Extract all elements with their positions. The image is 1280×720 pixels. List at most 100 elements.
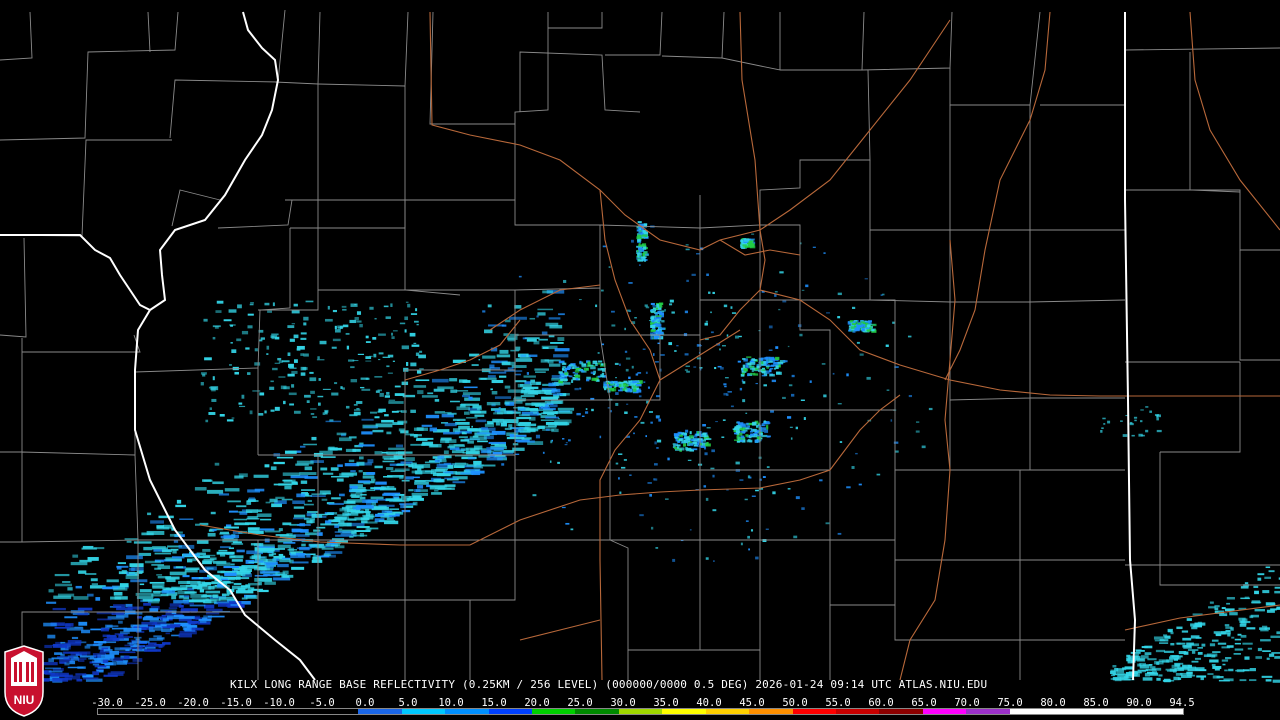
echo-pixel: [209, 407, 212, 410]
echo-pixel: [1112, 665, 1117, 668]
echo-pixel: [282, 472, 301, 476]
echo-pixel: [1135, 649, 1142, 651]
echo-pixel: [507, 335, 518, 340]
echo-pixel: [291, 384, 295, 388]
echo-pixel: [1240, 620, 1251, 624]
echo-pixel: [1159, 642, 1169, 644]
echo-pixel: [654, 441, 657, 445]
echo-pixel: [876, 473, 881, 476]
echo-pixel: [64, 662, 70, 666]
echo-pixel: [369, 411, 378, 414]
echo-pixel: [624, 389, 628, 392]
echo-pixel: [862, 330, 868, 333]
echo-pixel: [627, 380, 633, 383]
echo-pixel: [387, 372, 393, 374]
echo-pixel: [94, 665, 107, 668]
echo-pixel: [676, 444, 681, 447]
echo-pixel: [1225, 629, 1231, 633]
echo-pixel: [394, 393, 405, 396]
echo-pixel: [491, 430, 506, 435]
echo-pixel: [470, 410, 487, 414]
echo-pixel: [391, 332, 394, 336]
echo-pixel: [434, 411, 446, 414]
echo-pixel: [1116, 672, 1125, 676]
echo-pixel: [866, 376, 871, 380]
echo-pixel: [1131, 434, 1135, 437]
echo-pixel: [821, 363, 826, 365]
echo-pixel: [705, 557, 709, 560]
echo-pixel: [223, 534, 240, 539]
echo-pixel: [126, 555, 143, 560]
echo-pixel: [342, 387, 345, 390]
echo-pixel: [258, 413, 264, 416]
echo-pixel: [466, 417, 478, 419]
echo-pixel: [393, 455, 403, 459]
echo-pixel: [628, 376, 631, 380]
echo-pixel: [436, 479, 442, 483]
echo-pixel: [1110, 670, 1117, 675]
echo-pixel: [387, 354, 394, 358]
echo-pixel: [519, 421, 532, 425]
echo-pixel: [893, 441, 899, 444]
echo-pixel: [171, 634, 180, 637]
echo-pixel: [415, 379, 430, 382]
echo-pixel: [62, 581, 71, 583]
echo-pixel: [245, 509, 259, 513]
echo-pixel: [212, 376, 215, 381]
echo-pixel: [300, 332, 307, 335]
echo-pixel: [110, 671, 125, 674]
echo-pixel: [639, 514, 644, 517]
echo-pixel: [637, 259, 644, 262]
echo-pixel: [198, 577, 204, 579]
echo-pixel: [464, 431, 469, 433]
echo-pixel: [851, 466, 855, 469]
echo-pixel: [746, 356, 752, 359]
echo-pixel: [648, 411, 653, 413]
echo-pixel: [1211, 639, 1219, 642]
echo-pixel: [171, 556, 185, 559]
echo-pixel: [458, 379, 468, 383]
echo-pixel: [823, 394, 827, 398]
colorbar-segment: [228, 709, 272, 714]
echo-pixel: [311, 513, 328, 516]
echo-pixel: [277, 563, 289, 568]
echo-pixel: [1145, 668, 1157, 671]
echo-pixel: [1255, 656, 1263, 659]
echo-pixel: [1249, 668, 1256, 672]
echo-pixel: [747, 425, 750, 428]
echo-pixel: [289, 338, 295, 342]
echo-pixel: [401, 345, 410, 350]
echo-pixel: [361, 418, 374, 421]
echo-pixel: [724, 377, 729, 379]
echo-pixel: [668, 342, 673, 346]
echo-pixel: [272, 367, 278, 371]
echo-pixel: [524, 337, 540, 339]
echo-pixel: [406, 361, 409, 366]
echo-pixel: [1122, 667, 1133, 670]
colorbar-segment: [879, 709, 923, 714]
echo-pixel: [334, 329, 341, 333]
echo-pixel: [1140, 420, 1143, 423]
echo-pixel: [277, 357, 282, 361]
echo-pixel: [92, 663, 100, 666]
echo-pixel: [634, 381, 640, 383]
echo-pixel: [1130, 651, 1141, 654]
echo-pixel: [693, 366, 697, 368]
echo-pixel: [544, 390, 551, 395]
echo-pixel: [642, 234, 648, 237]
echo-pixel: [1268, 570, 1275, 573]
echo-pixel: [162, 618, 169, 622]
echo-pixel: [866, 325, 870, 328]
echo-pixel: [756, 365, 760, 369]
echo-pixel: [921, 445, 926, 449]
echo-pixel: [48, 670, 63, 673]
echo-pixel: [157, 565, 171, 570]
echo-pixel: [704, 452, 708, 456]
echo-pixel: [1190, 623, 1200, 627]
echo-pixel: [1257, 647, 1262, 652]
echo-pixel: [731, 312, 737, 314]
echo-pixel: [284, 450, 297, 454]
echo-pixel: [234, 475, 244, 479]
echo-pixel: [631, 365, 634, 369]
echo-pixel: [769, 360, 773, 363]
